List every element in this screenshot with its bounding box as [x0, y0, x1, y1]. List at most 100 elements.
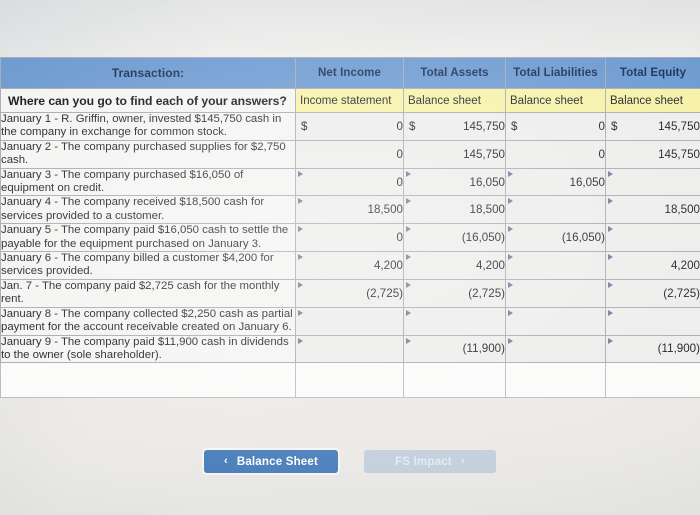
chevron-right-icon: › — [460, 455, 465, 467]
transaction-description: Jan. 7 - The company paid $2,725 cash fo… — [0, 278, 296, 308]
cell-value: 145,750 — [463, 147, 505, 161]
cell-net-income[interactable] — [295, 334, 404, 364]
financial-statement-worksheet: Transaction: Net Income Total Assets Tot… — [0, 57, 700, 399]
cell-net-income[interactable]: $0 — [295, 112, 404, 141]
table-body: Where can you go to find each of your an… — [0, 88, 700, 399]
cell-total-assets[interactable]: 16,050 — [403, 167, 506, 197]
cell-net-income[interactable]: 18,500 — [295, 195, 404, 225]
reference-row: Where can you go to find each of your an… — [0, 88, 700, 113]
reference-total-assets[interactable]: Balance sheet — [403, 88, 506, 113]
column-header-transaction: Transaction: — [0, 57, 296, 89]
cell-total-equity[interactable]: 4,200 — [605, 251, 700, 280]
tail-cell-total-liabilities — [505, 362, 606, 399]
cell-total-liabilities[interactable] — [505, 306, 606, 336]
cell-total-equity[interactable]: 145,750 — [605, 139, 700, 169]
cell-total-assets[interactable]: (11,900) — [403, 334, 506, 364]
cell-value: 4,200 — [475, 258, 505, 272]
cell-value: (11,900) — [657, 342, 700, 356]
column-header-net-income: Net Income — [295, 57, 404, 89]
transaction-description: January 4 - The company received $18,500… — [0, 195, 296, 225]
cell-value: 145,750 — [658, 147, 700, 161]
cell-value: (2,725) — [366, 286, 403, 300]
cell-value: 145,750 — [658, 119, 700, 133]
table-tail-row — [0, 362, 700, 399]
cell-total-equity[interactable]: 18,500 — [605, 195, 700, 225]
transaction-description: January 2 - The company purchased suppli… — [0, 139, 296, 169]
reference-total-liabilities[interactable]: Balance sheet — [505, 88, 606, 113]
cell-total-equity[interactable] — [605, 306, 700, 336]
table-row: January 5 - The company paid $16,050 cas… — [0, 223, 700, 253]
transaction-description: January 3 - The company purchased $16,05… — [0, 167, 296, 197]
currency-symbol: $ — [301, 119, 308, 133]
column-header-total-equity: Total Equity — [605, 57, 700, 89]
cell-value: (2,725) — [663, 286, 700, 300]
cell-value: 0 — [396, 231, 403, 245]
transaction-description: January 5 - The company paid $16,050 cas… — [0, 223, 296, 253]
cell-total-equity[interactable]: $145,750 — [605, 112, 700, 141]
table-row: January 8 - The company collected $2,250… — [0, 306, 700, 336]
balance-sheet-prev-label: Balance Sheet — [236, 455, 319, 468]
table-row: Jan. 7 - The company paid $2,725 cash fo… — [0, 278, 700, 308]
cell-total-assets[interactable]: (16,050) — [403, 223, 506, 253]
tail-cell-net-income — [295, 362, 404, 399]
reference-total-equity[interactable]: Balance sheet — [605, 88, 700, 113]
cell-value: 145,750 — [463, 119, 505, 133]
table-row: January 9 - The company paid $11,900 cas… — [0, 334, 700, 364]
transaction-description: January 1 - R. Griffin, owner, invested … — [0, 112, 296, 141]
table-row: January 3 - The company purchased $16,05… — [0, 167, 700, 197]
table-row: January 2 - The company purchased suppli… — [0, 139, 700, 169]
cell-net-income[interactable]: 4,200 — [295, 251, 404, 280]
cell-total-liabilities[interactable]: 16,050 — [505, 167, 606, 197]
reference-question: Where can you go to find each of your an… — [0, 88, 296, 113]
cell-total-assets[interactable]: 4,200 — [403, 251, 506, 280]
cell-value: 16,050 — [469, 175, 505, 189]
cell-value: 4,200 — [373, 258, 403, 272]
balance-sheet-prev-button[interactable]: ‹ Balance Sheet — [204, 450, 338, 473]
cell-value: 18,500 — [469, 203, 505, 217]
cell-total-assets[interactable] — [403, 306, 506, 336]
cell-total-liabilities[interactable] — [505, 278, 606, 308]
cell-total-equity[interactable] — [605, 167, 700, 197]
currency-symbol: $ — [409, 119, 416, 133]
tail-cell-total-assets — [403, 362, 506, 399]
cell-total-liabilities[interactable] — [505, 251, 606, 280]
cell-total-equity[interactable] — [605, 223, 700, 253]
cell-value: 0 — [598, 147, 605, 161]
currency-symbol: $ — [611, 119, 618, 133]
fs-impact-table: Transaction: Net Income Total Assets Tot… — [0, 57, 700, 399]
cell-total-liabilities[interactable] — [505, 195, 606, 225]
cell-total-liabilities[interactable]: 0 — [505, 139, 606, 169]
column-header-total-liabilities: Total Liabilities — [505, 57, 606, 89]
transaction-description: January 6 - The company billed a custome… — [0, 251, 296, 280]
cell-total-assets[interactable]: (2,725) — [403, 278, 506, 308]
cell-total-liabilities[interactable] — [505, 334, 606, 364]
column-header-total-assets: Total Assets — [403, 57, 506, 89]
cell-total-equity[interactable]: (2,725) — [605, 278, 700, 308]
cell-value: 0 — [396, 119, 403, 133]
cell-net-income[interactable]: 0 — [295, 167, 404, 197]
fs-impact-next-button[interactable]: FS Impact › — [364, 450, 496, 473]
cell-total-assets[interactable]: 18,500 — [403, 195, 506, 225]
cell-value: 0 — [598, 119, 605, 133]
cell-total-equity[interactable]: (11,900) — [605, 334, 700, 364]
cell-value: 0 — [396, 175, 403, 189]
cell-net-income[interactable]: 0 — [295, 223, 404, 253]
cell-total-assets[interactable]: 145,750 — [403, 139, 506, 169]
table-row: January 6 - The company billed a custome… — [0, 251, 700, 280]
cell-net-income[interactable]: 0 — [295, 139, 404, 169]
cell-net-income[interactable]: (2,725) — [295, 278, 404, 308]
header-row: Transaction: Net Income Total Assets Tot… — [0, 57, 700, 89]
cell-net-income[interactable] — [295, 306, 404, 336]
transaction-description: January 8 - The company collected $2,250… — [0, 306, 296, 336]
cell-value: 16,050 — [569, 175, 605, 189]
tail-cell-total-equity — [605, 362, 700, 399]
table-row: January 4 - The company received $18,500… — [0, 195, 700, 225]
table-row: January 1 - R. Griffin, owner, invested … — [0, 112, 700, 141]
cell-value: 18,500 — [367, 203, 403, 217]
cell-value: 0 — [396, 147, 403, 161]
cell-total-assets[interactable]: $145,750 — [403, 112, 506, 141]
cell-total-liabilities[interactable]: $0 — [505, 112, 606, 141]
reference-net-income[interactable]: Income statement — [295, 88, 404, 113]
table-header: Transaction: Net Income Total Assets Tot… — [0, 57, 700, 89]
cell-total-liabilities[interactable]: (16,050) — [505, 223, 606, 253]
